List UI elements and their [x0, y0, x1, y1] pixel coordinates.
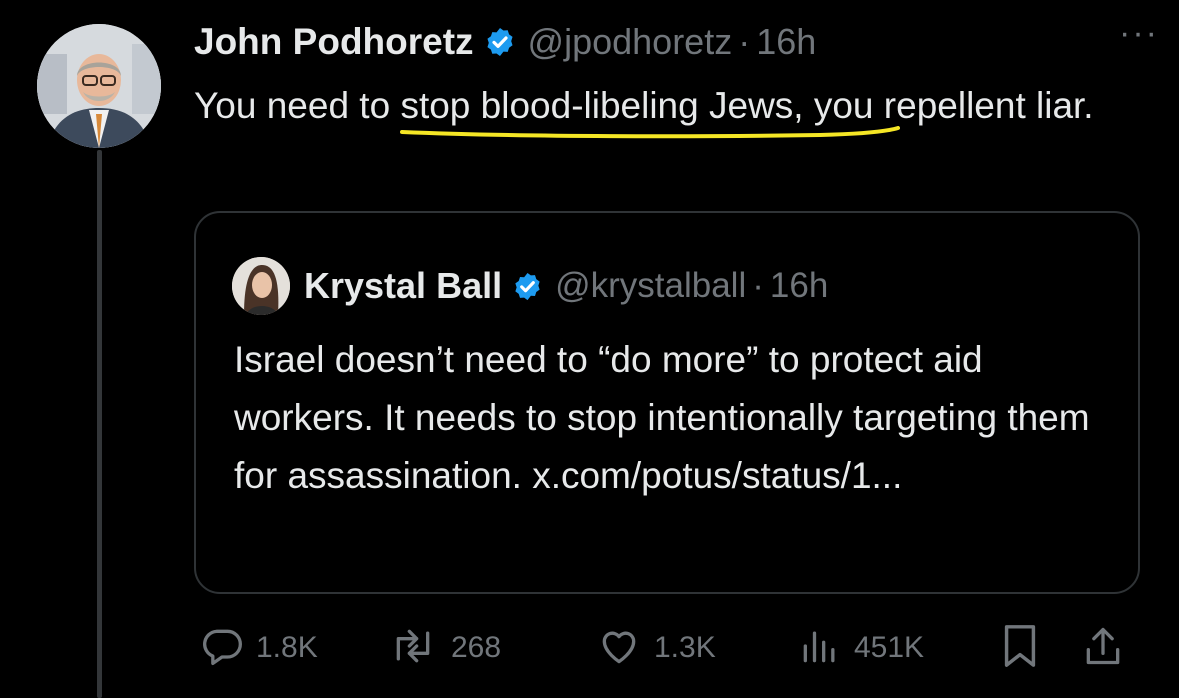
bookmark-icon — [1000, 623, 1040, 674]
author-name[interactable]: John Podhoretz — [194, 21, 474, 63]
share-button[interactable] — [1081, 618, 1125, 678]
tweet-text: You need to stop blood-libeling Jews, yo… — [194, 78, 1134, 139]
quoted-author-name[interactable]: Krystal Ball — [304, 265, 502, 307]
tweet-actions-bar: 1.8K 268 1.3K 451K — [194, 618, 1144, 678]
more-icon[interactable]: ··· — [1119, 16, 1159, 50]
repost-button[interactable]: 268 — [387, 618, 501, 678]
highlight-underline — [400, 126, 901, 139]
quoted-author-handle[interactable]: @krystalball — [555, 266, 746, 306]
author-avatar[interactable] — [37, 24, 161, 148]
tweet-timestamp[interactable]: 16h — [756, 21, 816, 63]
like-count: 1.3K — [654, 631, 716, 664]
like-button[interactable]: 1.3K — [596, 618, 716, 678]
reply-button[interactable]: 1.8K — [200, 618, 318, 678]
reply-count: 1.8K — [256, 631, 318, 664]
quoted-tweet-timestamp[interactable]: 16h — [770, 266, 828, 306]
highlighted-text: stop blood-libeling Jews — [400, 78, 901, 139]
quoted-tweet-text: Israel doesn’t need to “do more” to prot… — [234, 339, 1090, 496]
views-count: 451K — [854, 631, 925, 664]
verified-badge-icon — [512, 271, 543, 302]
thread-line — [97, 150, 102, 698]
tweet-text-after: , you repellent liar. — [793, 85, 1094, 126]
dot-separator: · — [752, 266, 764, 305]
share-icon — [1081, 623, 1125, 674]
highlighted-text-content: stop blood-libeling Jews — [400, 85, 794, 126]
author-handle[interactable]: @jpodhoretz — [528, 21, 733, 63]
tweet-header: John Podhoretz @jpodhoretz · 16h — [194, 14, 1139, 70]
repost-count: 268 — [451, 631, 502, 664]
quoted-author-avatar[interactable] — [232, 257, 290, 315]
quoted-tweet-header: Krystal Ball @krystalball · 16h — [232, 257, 828, 315]
repost-icon — [387, 624, 439, 673]
bookmark-button[interactable] — [1000, 618, 1040, 678]
verified-badge-icon — [484, 26, 516, 58]
views-icon — [798, 624, 842, 673]
tweet-text-before: You need to — [194, 85, 401, 126]
views-button[interactable]: 451K — [798, 618, 924, 678]
dot-separator: · — [738, 21, 751, 62]
quoted-tweet-card[interactable]: Krystal Ball @krystalball · 16h Israel d… — [194, 211, 1140, 594]
reply-icon — [200, 624, 244, 673]
like-icon — [596, 624, 642, 673]
